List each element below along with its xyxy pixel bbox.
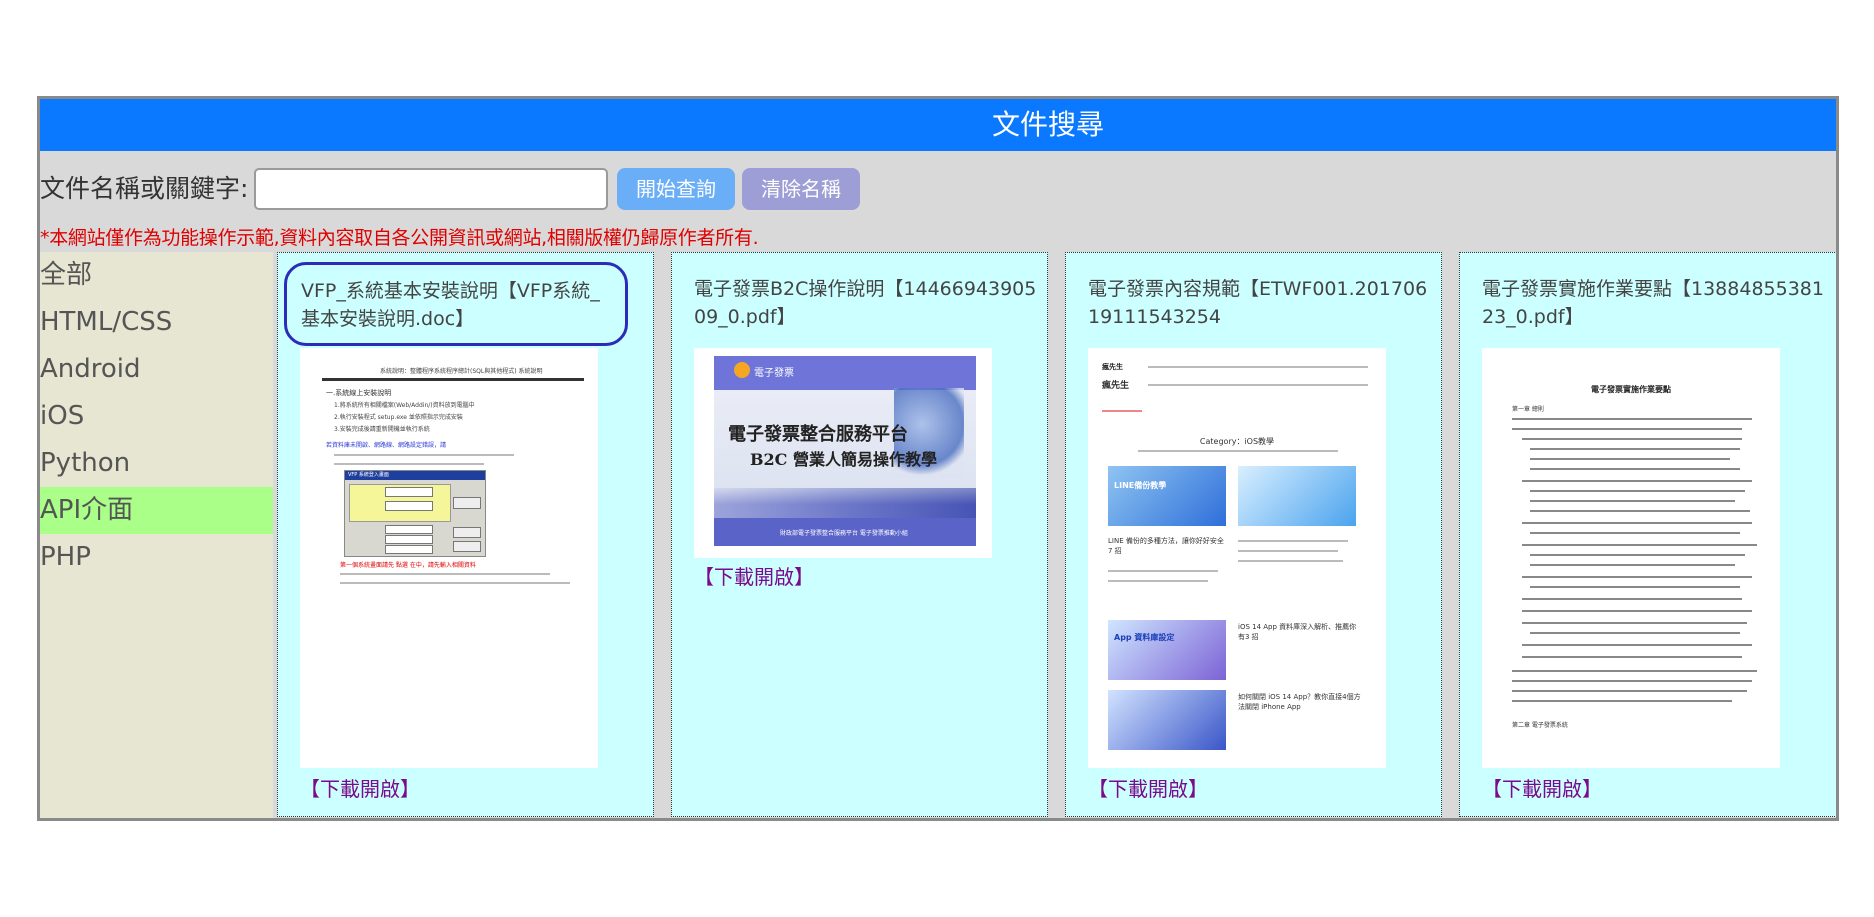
thumb-card-text: iOS 14 App 資料庫深入解析、推薦你有3 招 — [1238, 623, 1357, 641]
thumb-heading: 電子發票實施作業要點 — [1591, 385, 1671, 394]
document-card: 電子發票內容規範【ETWF001.20170619111543254 瘋先生 瘋… — [1065, 252, 1442, 817]
thumb-card-text: LINE 備份的多種方法，讓你好好安全 7 招 — [1108, 537, 1224, 555]
thumb-footer: 財政部電子發票整合服務平台 電子發票推動小組 — [780, 530, 908, 537]
thumb-text-line — [1522, 656, 1742, 658]
thumb-text-line — [1530, 500, 1735, 502]
thumb-line: 若資料庫未開啟、網路線、網路設定錯誤，請 — [326, 442, 447, 449]
thumb-text-line — [1512, 690, 1747, 692]
thumb-logo: 電子發票 — [754, 368, 794, 379]
thumb-text-line — [1530, 532, 1740, 534]
document-title[interactable]: 電子發票B2C操作說明【1446694390509_0.pdf】 — [694, 275, 1038, 333]
download-link[interactable]: 【下載開啟】 — [694, 561, 814, 590]
thumb-text-line — [1522, 544, 1757, 546]
sidebar-item-android[interactable]: Android — [40, 346, 273, 393]
thumb-text-line — [1522, 622, 1747, 624]
thumb-text-line — [1530, 554, 1745, 556]
thumb-text-line — [1530, 564, 1735, 566]
thumb-text-line — [1522, 522, 1752, 524]
download-link[interactable]: 【下載開啟】 — [1482, 773, 1602, 802]
thumb-subheading: B2C 營業人簡易操作教學 — [750, 450, 937, 469]
sidebar-item-all[interactable]: 全部 — [40, 252, 273, 299]
sidebar-item-html-css[interactable]: HTML/CSS — [40, 299, 273, 346]
thumb-category: Category：iOS教學 — [1199, 437, 1275, 446]
thumb-text-line — [1530, 586, 1740, 588]
thumb-brand: 瘋先生 — [1102, 363, 1123, 371]
document-card: 電子發票實施作業要點【1388485538123_0.pdf】 電子發票實施作業… — [1459, 252, 1836, 817]
sidebar-item-python[interactable]: Python — [40, 440, 273, 487]
thumb-brand: 瘋先生 — [1102, 381, 1130, 391]
thumb-text-line — [1522, 598, 1742, 600]
document-thumbnail[interactable]: 電子發票 電子發票整合服務平台 B2C 營業人簡易操作教學 財政部電子發票整合服… — [694, 348, 992, 558]
thumb-card-title: App 資料庫設定 — [1114, 633, 1175, 642]
thumb-text-line — [1522, 644, 1752, 646]
thumb-line: 2.執行安裝程式 setup.exe 並依照指示完成安裝 — [334, 414, 463, 421]
document-title[interactable]: 電子發票實施作業要點【1388485538123_0.pdf】 — [1482, 275, 1826, 333]
thumb-text-line — [1530, 510, 1750, 512]
thumb-text-line — [1512, 680, 1752, 682]
document-thumbnail[interactable]: 瘋先生 瘋先生 Category：iOS教學 LINE備份教學 LINE 備份的… — [1088, 348, 1386, 768]
document-thumbnail[interactable]: 電子發票實施作業要點 第一章 總則 第二章 電子發票系統 — [1482, 348, 1780, 768]
thumb-heading: 電子發票整合服務平台 — [728, 424, 908, 445]
search-bar: 文件名稱或關鍵字: 開始查詢 清除名稱 *本網站僅作為功能操作示範,資料內容取自… — [40, 155, 1836, 255]
document-thumbnail[interactable]: 系統說明：整體程序系統程序總計(SQL與其他程式) 系統說明 一.系統線上安裝說… — [300, 348, 598, 768]
thumb-line: 3.安裝完成後請重新開機並執行系統 — [334, 426, 430, 433]
thumb-section: 第二章 電子發票系統 — [1512, 722, 1568, 729]
download-link[interactable]: 【下載開啟】 — [1088, 773, 1208, 802]
document-title[interactable]: 電子發票內容規範【ETWF001.20170619111543254 — [1088, 275, 1432, 333]
thumb-line: 一.系統線上安裝說明 — [326, 389, 392, 397]
thumb-card-text: 如何關閉 iOS 14 App？教你直接4個方法關閉 iPhone App — [1238, 693, 1361, 711]
document-card: VFP_系統基本安裝說明【VFP系統_基本安裝說明.doc】 系統說明：整體程序… — [277, 252, 654, 817]
category-sidebar: 全部 HTML/CSS Android iOS Python API介面 PHP — [40, 252, 273, 818]
page-title: 文件搜尋 — [40, 99, 1836, 151]
sidebar-item-ios[interactable]: iOS — [40, 393, 273, 440]
thumb-text-line — [1530, 448, 1740, 450]
thumb-text-line — [1530, 632, 1740, 634]
sidebar-item-php[interactable]: PHP — [40, 534, 273, 581]
document-card: 電子發票B2C操作說明【1446694390509_0.pdf】 電子發票 電子… — [671, 252, 1048, 817]
thumb-section: 第一章 總則 — [1512, 406, 1544, 413]
thumb-text-line — [1512, 700, 1732, 702]
thumb-text-line — [1512, 428, 1742, 430]
thumb-header: 系統說明：整體程序系統程序總計(SQL與其他程式) 系統說明 — [380, 368, 543, 375]
thumb-text-line — [1522, 480, 1752, 482]
sidebar-item-api[interactable]: API介面 — [40, 487, 273, 534]
thumb-text-line — [1512, 670, 1757, 672]
clear-button[interactable]: 清除名稱 — [742, 168, 860, 210]
thumb-text-line — [1512, 418, 1752, 420]
thumb-dialog-title: VFP 系統登入畫面 — [345, 471, 485, 480]
search-button[interactable]: 開始查詢 — [617, 168, 735, 210]
document-search-frame: 文件搜尋 文件名稱或關鍵字: 開始查詢 清除名稱 *本網站僅作為功能操作示範,資… — [37, 96, 1839, 821]
thumb-text-line — [1522, 438, 1742, 440]
thumb-line: 第一個系統畫面請先 點選 在中，請先輸入相關資料 — [340, 562, 476, 569]
thumb-text-line — [1530, 458, 1730, 460]
search-input[interactable] — [254, 168, 608, 210]
copyright-notice: *本網站僅作為功能操作示範,資料內容取自各公開資訊或網站,相關版權仍歸原作者所有… — [40, 227, 759, 249]
thumb-text-line — [1522, 610, 1752, 612]
thumb-dialog: VFP 系統登入畫面 — [344, 470, 486, 557]
download-link[interactable]: 【下載開啟】 — [300, 773, 420, 802]
thumb-text-line — [1530, 468, 1740, 470]
document-title[interactable]: VFP_系統基本安裝說明【VFP系統_基本安裝說明.doc】 — [284, 262, 628, 346]
thumb-text-line — [1530, 490, 1745, 492]
thumb-card-title: LINE備份教學 — [1114, 481, 1167, 490]
search-label: 文件名稱或關鍵字: — [40, 174, 249, 203]
thumb-line: 1.將系統所有相關檔案(Web/Addin/)資料放到電腦中 — [334, 402, 475, 409]
thumb-text-line — [1522, 576, 1752, 578]
